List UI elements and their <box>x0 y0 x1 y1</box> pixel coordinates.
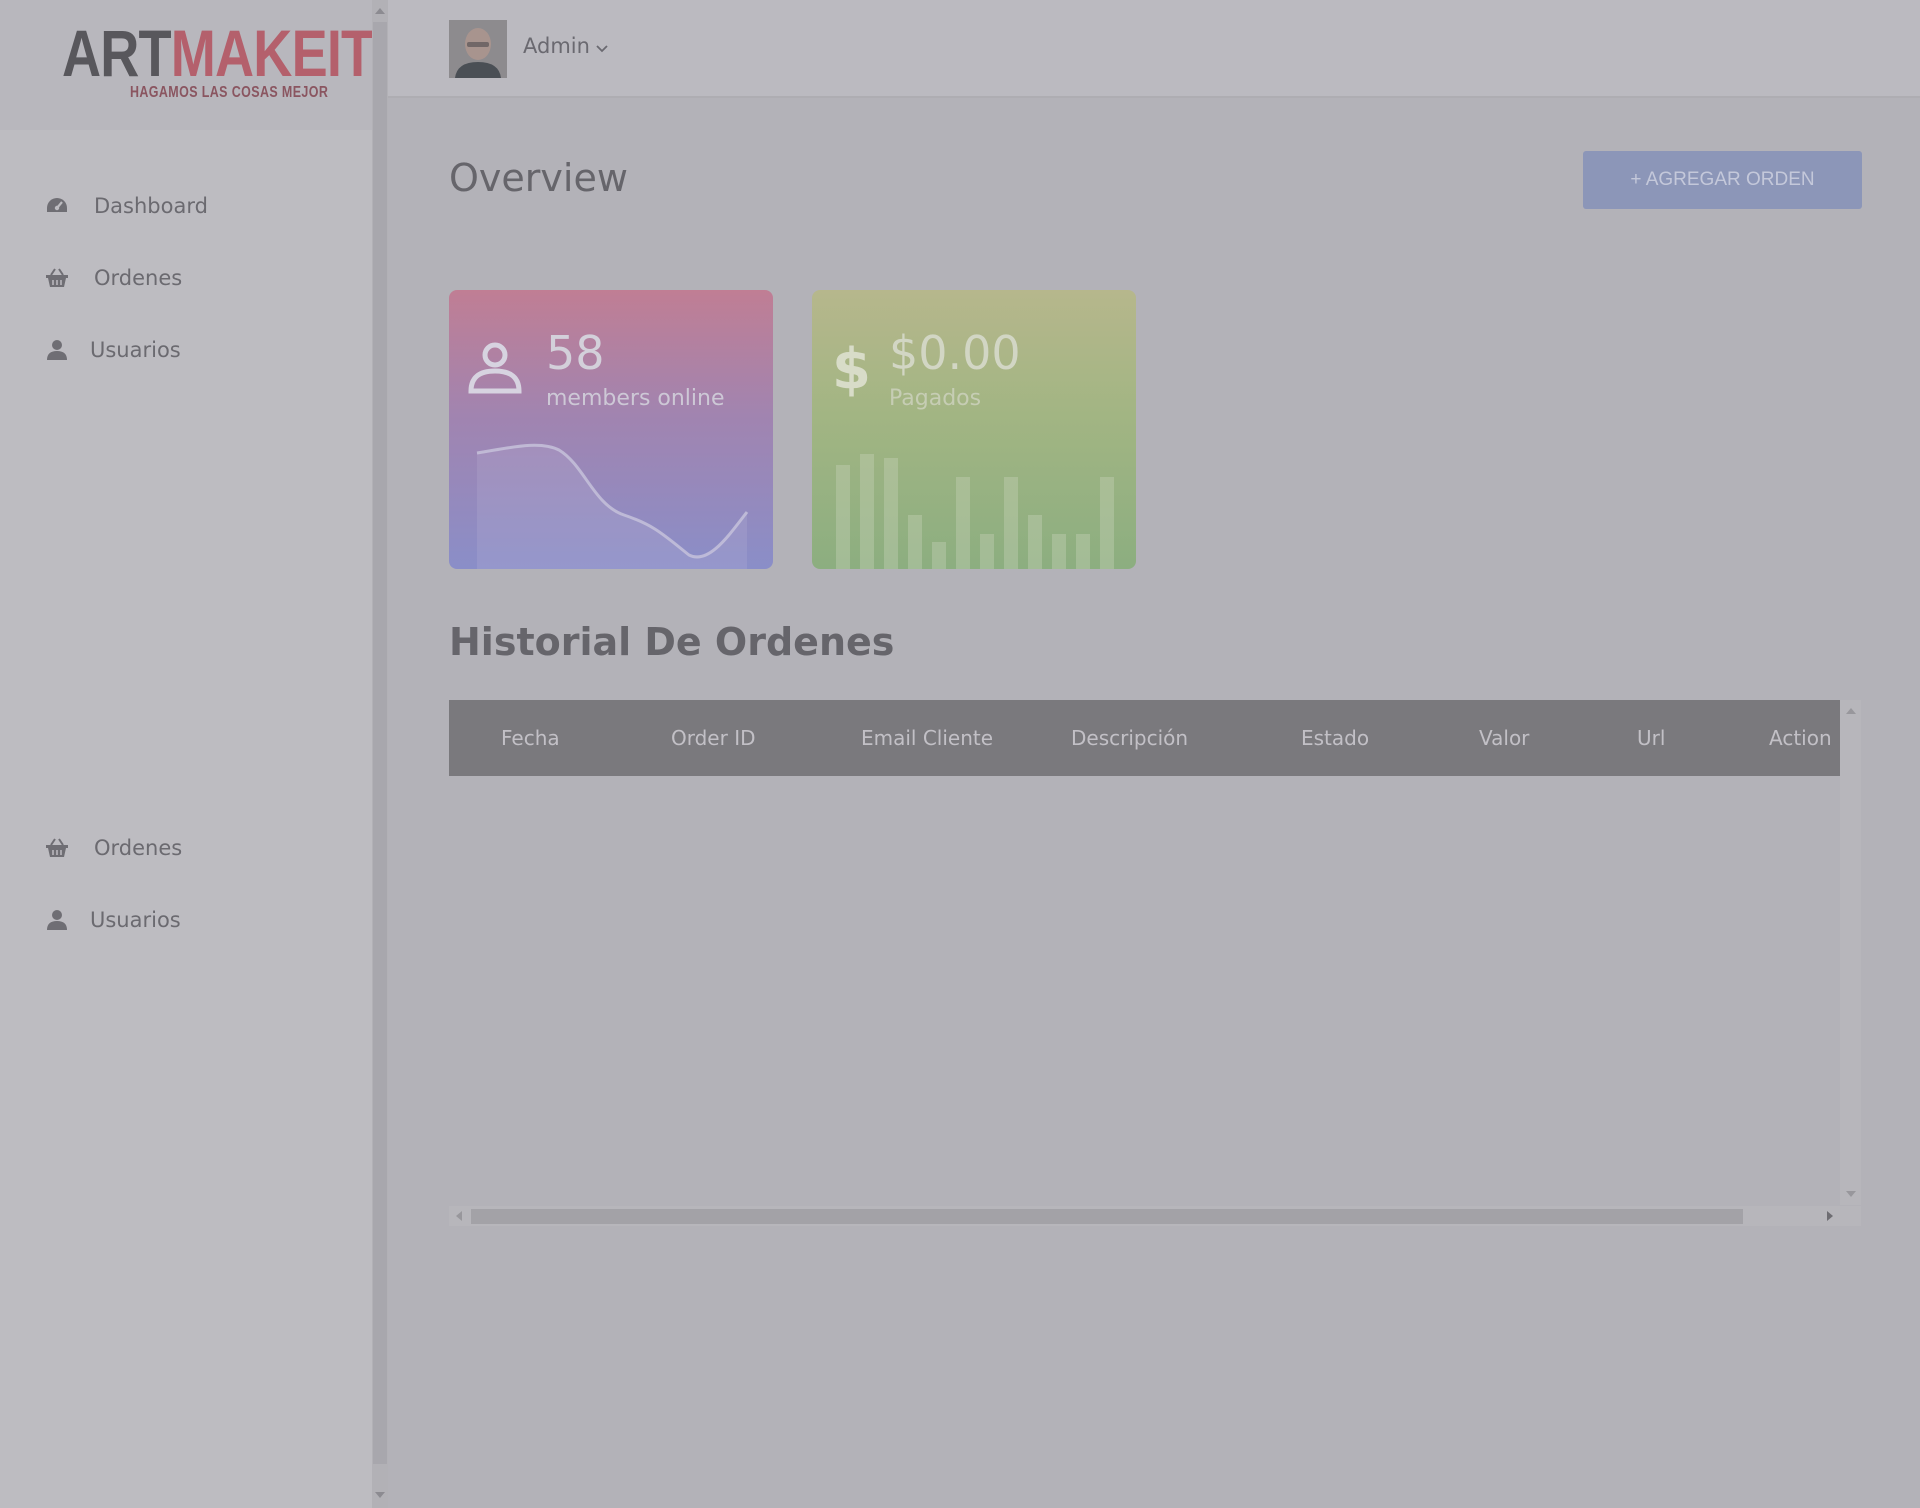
scrollbar-thumb[interactable] <box>373 22 387 1464</box>
dollar-icon: $ <box>828 334 872 402</box>
scroll-right-arrow-icon[interactable] <box>1827 1211 1833 1221</box>
column-header-fecha[interactable]: Fecha <box>501 700 560 776</box>
user-icon <box>44 907 70 933</box>
column-header-url[interactable]: Url <box>1637 700 1665 776</box>
sidebar-item-ordenes[interactable]: Ordenes <box>44 258 182 298</box>
column-header-valor[interactable]: Valor <box>1479 700 1529 776</box>
scroll-up-arrow-icon[interactable] <box>375 8 385 14</box>
page-title: Overview <box>449 156 628 200</box>
user-icon <box>44 337 70 363</box>
members-label: members online <box>546 386 725 411</box>
sidebar: ARTMAKEIT HAGAMOS LAS COSAS MEJOR Dashbo… <box>0 0 374 1508</box>
sidebar-item-ordenes-secondary[interactable]: Ordenes <box>44 828 182 868</box>
column-header-action[interactable]: Action <box>1769 700 1832 776</box>
members-online-card: 58 members online <box>449 290 773 569</box>
table-vertical-scrollbar[interactable] <box>1840 700 1861 1205</box>
scroll-down-arrow-icon[interactable] <box>375 1492 385 1498</box>
scroll-down-arrow-icon[interactable] <box>1846 1191 1856 1197</box>
person-icon <box>467 338 523 398</box>
paid-amount: $0.00 <box>889 326 1021 380</box>
sidebar-item-label: Usuarios <box>90 908 181 932</box>
basket-icon <box>44 835 70 861</box>
column-header-descripcion[interactable]: Descripción <box>1071 700 1188 776</box>
sidebar-item-label: Ordenes <box>94 266 183 290</box>
orders-table: Fecha Order ID Email Cliente Descripción… <box>449 700 1861 1230</box>
history-title: Historial De Ordenes <box>449 620 895 664</box>
basket-icon <box>44 265 70 291</box>
members-count: 58 <box>546 326 605 380</box>
svg-text:$: $ <box>832 337 871 398</box>
logo-wordmark: ARTMAKEIT <box>62 16 374 90</box>
dashboard-gauge-icon <box>44 193 70 219</box>
add-order-button[interactable]: + AGREGAR ORDEN <box>1583 151 1862 209</box>
sidebar-item-usuarios-secondary[interactable]: Usuarios <box>44 900 181 940</box>
column-header-estado[interactable]: Estado <box>1301 700 1369 776</box>
table-horizontal-scrollbar[interactable] <box>449 1206 1861 1226</box>
sidebar-scrollbar[interactable] <box>372 0 388 1508</box>
sidebar-item-label: Dashboard <box>94 194 208 218</box>
sidebar-item-label: Ordenes <box>94 836 183 860</box>
user-menu-toggle[interactable]: Admin <box>523 34 608 58</box>
column-header-order-id[interactable]: Order ID <box>671 700 756 776</box>
scroll-up-arrow-icon[interactable] <box>1846 708 1856 714</box>
sidebar-item-label: Usuarios <box>90 338 181 362</box>
chevron-down-icon <box>596 34 608 58</box>
table-header-row: Fecha Order ID Email Cliente Descripción… <box>449 700 1840 776</box>
sidebar-item-dashboard[interactable]: Dashboard <box>44 186 208 226</box>
sidebar-item-usuarios[interactable]: Usuarios <box>44 330 181 370</box>
logo[interactable]: ARTMAKEIT HAGAMOS LAS COSAS MEJOR <box>0 0 374 130</box>
column-header-email[interactable]: Email Cliente <box>861 700 993 776</box>
members-sparkline <box>476 443 749 569</box>
scrollbar-thumb[interactable] <box>471 1209 1743 1224</box>
logo-tagline: HAGAMOS LAS COSAS MEJOR <box>130 84 329 101</box>
scroll-left-arrow-icon[interactable] <box>456 1211 462 1221</box>
avatar[interactable] <box>449 20 507 78</box>
top-header: Admin <box>388 0 1920 98</box>
user-name: Admin <box>523 34 590 58</box>
paid-card: $ $0.00 Pagados <box>812 290 1136 569</box>
paid-label: Pagados <box>889 386 982 411</box>
